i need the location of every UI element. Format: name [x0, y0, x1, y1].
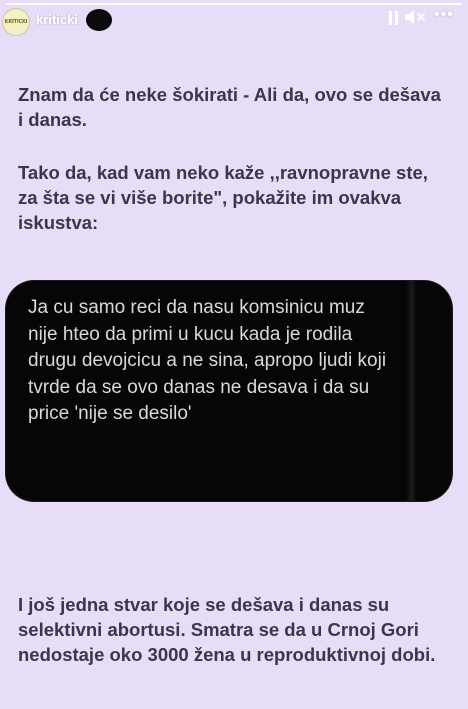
caption-paragraph-1: Znam da će neke šokirati - Ali da, ovo s… [18, 84, 441, 130]
caption-paragraph-3: I još jedna stvar koje se dešava i danas… [18, 594, 436, 665]
bubble-edge-shading [406, 281, 416, 501]
avatar-logo-text: KRITICKI [4, 19, 28, 25]
story-progress-bar [6, 3, 462, 5]
avatar[interactable]: KRITICKI [2, 8, 30, 36]
pause-icon[interactable] [388, 11, 399, 25]
more-options-icon[interactable]: ••• [434, 6, 454, 24]
speaker-muted-icon[interactable] [404, 8, 428, 26]
story-header: KRITICKI kriticki ••• [0, 0, 468, 40]
username[interactable]: kriticki [36, 12, 78, 27]
redaction-blob [86, 9, 112, 31]
message-screenshot-bubble: Ja cu samo reci da nasu komsinicu muz ni… [6, 281, 452, 501]
message-text: Ja cu samo reci da nasu komsinicu muz ni… [28, 297, 387, 424]
caption-paragraph-2: Tako da, kad vam neko kaže ,,ravnopravne… [18, 162, 428, 233]
story-progress-fill [6, 3, 462, 5]
